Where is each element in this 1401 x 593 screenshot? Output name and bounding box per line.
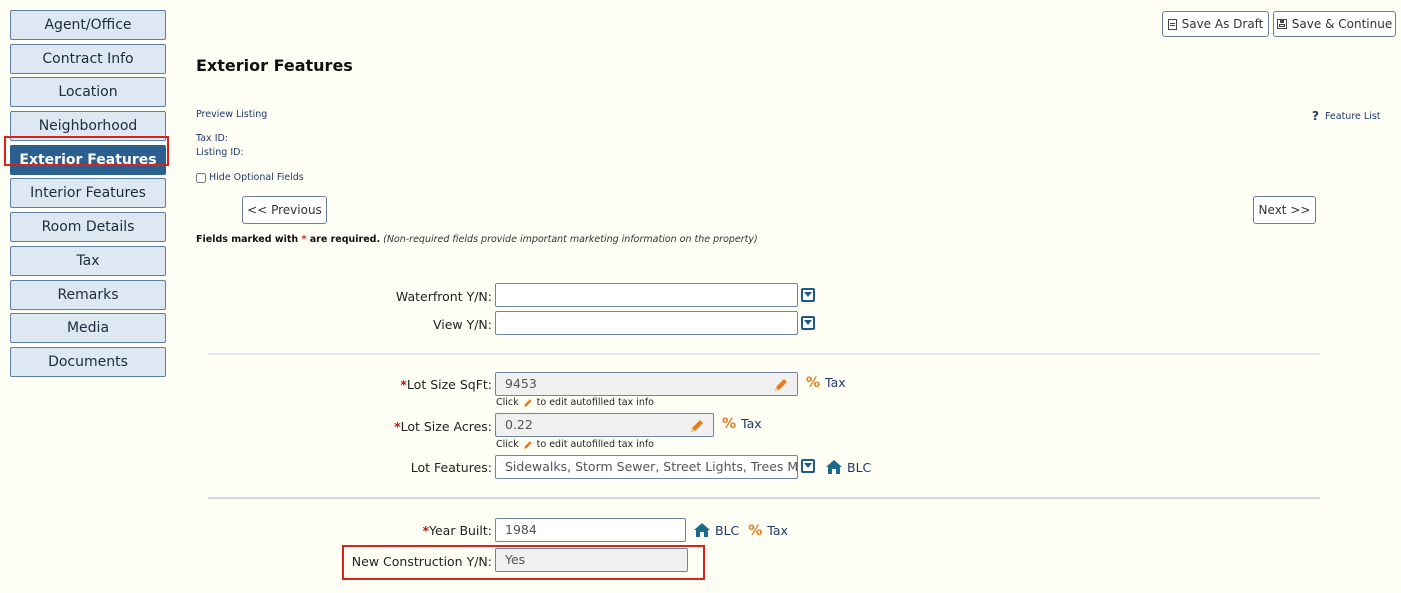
save-as-draft-label: Save As Draft [1181, 17, 1264, 31]
feature-list-label: Feature List [1324, 110, 1381, 122]
lot-size-acres-source-label: Tax [741, 416, 762, 431]
caret-down-square-icon[interactable] [801, 316, 815, 330]
autofill-hint: Click to edit autofilled tax info [496, 439, 654, 450]
hint-suffix: to edit autofilled tax info [536, 397, 654, 408]
hide-optional-checkbox[interactable] [196, 172, 206, 183]
floppy-disk-icon [1276, 19, 1287, 29]
lot-features-select[interactable]: Sidewalks, Storm Sewer, Street Lights, T… [495, 455, 798, 479]
required-note-prefix: Fields marked with [196, 234, 302, 245]
section-divider [208, 497, 1320, 499]
sidebar-nav: Agent/Office Contract Info Location Neig… [10, 10, 166, 381]
home-icon [826, 460, 842, 474]
year-built-label: *Year Built: [422, 523, 492, 538]
year-built-sources: BLC % Tax [694, 523, 788, 539]
lot-features-source: BLC [826, 460, 871, 475]
lot-size-acres-label: *Lot Size Acres: [394, 419, 492, 434]
year-built-input[interactable]: 1984 [495, 518, 686, 542]
year-built-source-blc: BLC [715, 523, 740, 538]
sidebar-item-documents[interactable]: Documents [10, 346, 166, 377]
sidebar-item-location[interactable]: Location [10, 77, 166, 108]
view-label: View Y/N: [432, 317, 492, 332]
required-fields-note: Fields marked with * are required. (Non-… [196, 234, 758, 245]
lot-size-sqft-field[interactable]: 9453 [495, 372, 798, 396]
home-icon [694, 523, 710, 537]
preview-listing-link[interactable]: Preview Listing [196, 109, 267, 120]
lot-size-acres-value: 0.22 [505, 417, 533, 432]
lot-size-sqft-value: 9453 [505, 376, 537, 391]
sidebar-item-neighborhood[interactable]: Neighborhood [10, 111, 166, 142]
year-built-label-text: Year Built: [429, 523, 492, 538]
lot-size-sqft-source-label: Tax [825, 375, 846, 390]
pencil-icon[interactable] [773, 377, 789, 393]
hide-optional-label: Hide Optional Fields [209, 172, 304, 183]
sidebar-item-exterior-features[interactable]: Exterior Features [10, 144, 166, 175]
waterfront-label: Waterfront Y/N: [395, 289, 492, 304]
hint-prefix: Click [496, 397, 519, 408]
waterfront-select[interactable] [495, 283, 798, 307]
sidebar-item-interior-features[interactable]: Interior Features [10, 178, 166, 209]
lot-size-sqft-source: % Tax [806, 375, 846, 391]
feature-list-link[interactable]: ? Feature List [1312, 109, 1381, 123]
view-select[interactable] [495, 311, 798, 335]
sidebar-item-agent-office[interactable]: Agent/Office [10, 10, 166, 40]
save-continue-label: Save & Continue [1291, 17, 1393, 31]
lot-size-sqft-label-text: Lot Size SqFt: [406, 377, 492, 392]
page-title: Exterior Features [196, 56, 353, 75]
hide-optional-fields[interactable]: Hide Optional Fields [196, 172, 304, 183]
save-continue-button[interactable]: Save & Continue [1273, 11, 1396, 37]
percent-icon: % [748, 523, 763, 539]
new-construction-label: New Construction Y/N: [351, 554, 492, 569]
hint-suffix: to edit autofilled tax info [536, 439, 654, 450]
lot-features-label: Lot Features: [410, 460, 492, 475]
year-built-source-tax: Tax [767, 523, 788, 538]
question-icon: ? [1312, 109, 1319, 123]
sidebar-item-room-details[interactable]: Room Details [10, 212, 166, 243]
sidebar-item-contract-info[interactable]: Contract Info [10, 43, 166, 74]
listing-id-label: Listing ID: [196, 147, 244, 158]
lot-size-acres-source: % Tax [722, 416, 762, 432]
lot-size-sqft-label: *Lot Size SqFt: [400, 377, 492, 392]
autofill-hint: Click to edit autofilled tax info [496, 397, 654, 408]
sidebar-item-media[interactable]: Media [10, 313, 166, 344]
sidebar-item-remarks[interactable]: Remarks [10, 279, 166, 310]
section-divider [208, 353, 1320, 355]
caret-down-square-icon[interactable] [801, 288, 815, 302]
pencil-icon [523, 440, 532, 449]
sidebar-item-tax[interactable]: Tax [10, 245, 166, 276]
percent-icon: % [806, 375, 821, 391]
lot-size-acres-field[interactable]: 0.22 [495, 413, 714, 437]
required-note-italic: (Non-required fields provide important m… [383, 234, 758, 245]
required-note-suffix: are required. [306, 234, 381, 245]
save-as-draft-button[interactable]: Save As Draft [1162, 11, 1269, 37]
new-construction-field[interactable]: Yes [495, 548, 688, 572]
document-icon [1167, 18, 1177, 30]
previous-button[interactable]: << Previous [242, 196, 327, 224]
percent-icon: % [722, 416, 737, 432]
hint-prefix: Click [496, 439, 519, 450]
caret-down-square-icon[interactable] [801, 459, 815, 473]
lot-size-acres-label-text: Lot Size Acres: [400, 419, 492, 434]
tax-id-label: Tax ID: [196, 133, 229, 144]
pencil-icon [523, 398, 532, 407]
next-button[interactable]: Next >> [1253, 196, 1316, 224]
lot-features-source-label: BLC [847, 460, 872, 475]
pencil-icon[interactable] [689, 418, 705, 434]
